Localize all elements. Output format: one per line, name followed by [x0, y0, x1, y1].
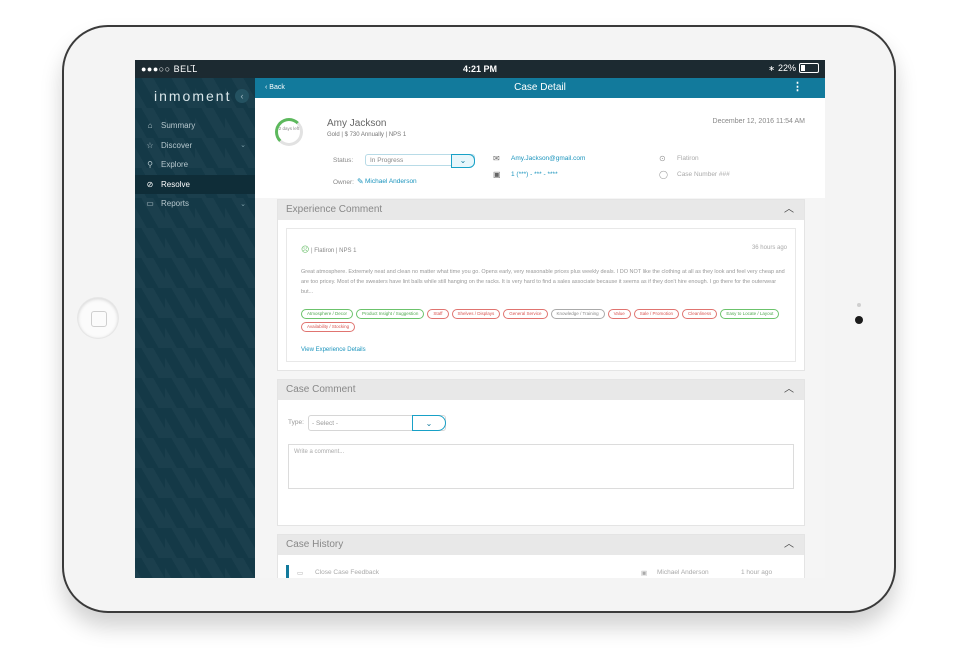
experience-meta: ☹ | Flatiron | NPS 1: [301, 245, 356, 254]
experience-card: ☹ | Flatiron | NPS 1 36 hours ago Great …: [286, 228, 796, 362]
sidebar-item-label: Summary: [161, 121, 196, 131]
type-select[interactable]: - Select - ⌄: [308, 415, 446, 431]
main-content: 2 days left Amy Jackson Gold | $ 730 Ann…: [255, 98, 825, 578]
battery-percent: 22%: [777, 63, 796, 73]
battery-status: ∗ 22%: [768, 63, 819, 73]
chevron-down-icon: ⌄: [240, 200, 246, 208]
case-date: December 12, 2016 11:54 AM: [712, 118, 805, 125]
view-experience-details-link[interactable]: View Experience Details: [301, 347, 366, 353]
sidebar-item-label: Explore: [161, 160, 189, 170]
check-circle-icon: ⊘: [146, 179, 154, 189]
chevron-up-icon[interactable]: ︿: [784, 200, 794, 220]
screen: ●●●○○ BELL ⌔ 4:21 PM ∗ 22% inmoment ‹ ⌂ S…: [135, 60, 825, 578]
experience-text: Great atmosphere. Extremely neat and cle…: [301, 269, 785, 295]
chevron-down-icon: ⌄: [240, 142, 246, 150]
chevron-up-icon[interactable]: ︿: [784, 535, 794, 555]
chevron-left-icon[interactable]: ‹: [235, 89, 249, 103]
experience-age: 36 hours ago: [751, 245, 787, 251]
chevron-up-icon[interactable]: ︿: [784, 380, 794, 400]
case-history-title: Case History: [286, 539, 344, 550]
owner-label: Owner:: [333, 179, 354, 186]
sensor: [857, 303, 861, 307]
case-comment-title: Case Comment: [286, 384, 356, 395]
status-bar: ●●●○○ BELL ⌔ 4:21 PM ∗ 22%: [135, 60, 825, 78]
topic-tag[interactable]: Atmosphere / Decor: [301, 309, 354, 319]
customer-phone[interactable]: 1 (***) - *** - ****: [511, 171, 558, 178]
customer-name: Amy Jackson: [327, 118, 387, 129]
case-number-icon: ◯: [659, 170, 668, 179]
star-icon: ☆: [146, 140, 154, 150]
camera: [855, 316, 863, 324]
sidebar-nav: ⌂ Summary ☆ Discover ⌄ ⚲ Explore ⊘ Resolve ▭ Repor…: [135, 116, 255, 214]
owner-value[interactable]: Michael Anderson: [365, 178, 417, 185]
comment-placeholder: Write a comment...: [294, 449, 345, 455]
history-row[interactable]: ▭ Close Case Feedback ▣ Michael Anderson…: [286, 565, 797, 578]
case-comment-header[interactable]: Case Comment ︿: [278, 380, 804, 400]
sidebar-item-reports[interactable]: ▭ Reports ⌄: [135, 194, 255, 214]
frown-icon: ☹: [301, 245, 310, 254]
comment-textarea[interactable]: Write a comment...: [288, 444, 794, 489]
customer-info: Gold | $ 730 Annually | NPS 1: [327, 132, 407, 138]
tag-list: Atmosphere / Decor Product Insight / Sugg…: [301, 309, 791, 332]
more-vertical-icon[interactable]: ⋮: [792, 80, 803, 93]
status-select[interactable]: In Progress ⌄: [365, 154, 475, 168]
topic-tag[interactable]: Value: [607, 309, 631, 319]
folder-icon: ▭: [146, 199, 154, 209]
customer-email[interactable]: Amy.Jackson@gmail.com: [511, 155, 585, 162]
sidebar-item-summary[interactable]: ⌂ Summary: [135, 116, 255, 136]
case-history-panel: Case History ︿ ▭ Close Case Feedback ▣ M…: [277, 534, 805, 578]
page-title: Case Detail: [514, 82, 566, 93]
phone-icon: ▣: [493, 170, 501, 179]
user-icon: ▣: [641, 570, 648, 577]
sidebar-item-discover[interactable]: ☆ Discover ⌄: [135, 136, 255, 156]
sidebar-item-label: Resolve: [161, 179, 190, 189]
topic-tag[interactable]: Cleanliness: [682, 309, 718, 319]
topic-tag[interactable]: Product Insight / Suggestion: [356, 309, 425, 319]
bluetooth-icon: ∗: [768, 63, 775, 73]
location-text: Flatiron: [677, 155, 699, 162]
experience-comment-header[interactable]: Experience Comment ︿: [278, 200, 804, 220]
history-user: Michael Anderson: [657, 569, 709, 576]
topic-tag[interactable]: Knowledge / Training: [550, 309, 605, 319]
flashlight-icon: ⚲: [147, 160, 153, 170]
status-value: In Progress: [370, 157, 404, 164]
history-icon: ▭: [297, 570, 304, 577]
history-time: 1 hour ago: [741, 569, 773, 576]
days-left-text: 2 days left: [278, 126, 300, 131]
sidebar-item-label: Reports: [161, 199, 190, 209]
type-value: - Select -: [312, 420, 339, 427]
case-header: 2 days left Amy Jackson Gold | $ 730 Ann…: [255, 98, 825, 198]
brand-logo: inmoment: [154, 88, 232, 104]
sidebar: inmoment ‹ ⌂ Summary ☆ Discover ⌄ ⚲ Explore ⊘ Re…: [135, 78, 255, 578]
home-icon: ⌂: [147, 121, 153, 131]
topic-tag[interactable]: Staff: [427, 309, 449, 319]
experience-comment-panel: Experience Comment ︿ ☹ | Flatiron | NPS …: [277, 199, 805, 371]
home-button[interactable]: [78, 298, 118, 338]
status-label: Status:: [333, 157, 354, 164]
topic-tag[interactable]: Sale / Promotion: [633, 309, 680, 319]
chevron-down-icon[interactable]: ⌄: [412, 415, 446, 431]
case-comment-panel: Case Comment ︿ Type: - Select - ⌄ Write …: [277, 379, 805, 526]
experience-comment-title: Experience Comment: [286, 204, 383, 215]
sidebar-item-resolve[interactable]: ⊘ Resolve: [135, 174, 255, 194]
chevron-down-icon[interactable]: ⌄: [451, 154, 475, 168]
topic-tag[interactable]: General Service: [503, 309, 548, 319]
sidebar-item-label: Discover: [161, 140, 193, 150]
topic-tag[interactable]: Availability / Stocking: [301, 322, 356, 332]
history-event: Close Case Feedback: [315, 569, 379, 576]
case-number: Case Number ###: [677, 171, 730, 178]
location-icon: ⊙: [659, 154, 666, 163]
sidebar-item-explore[interactable]: ⚲ Explore: [135, 155, 255, 175]
type-label: Type:: [288, 419, 304, 426]
experience-meta-text: | Flatiron | NPS 1: [311, 248, 357, 254]
case-history-header[interactable]: Case History ︿: [278, 535, 804, 555]
days-left-indicator: 2 days left: [275, 118, 303, 146]
envelope-icon: ✉: [493, 154, 500, 163]
topic-tag[interactable]: Shelves / Displays: [451, 309, 501, 319]
edit-icon[interactable]: ✎: [357, 177, 364, 186]
topic-tag[interactable]: Easy to Locate / Layout: [720, 309, 780, 319]
battery-icon: [799, 63, 819, 73]
clock: 4:21 PM: [462, 64, 497, 74]
top-bar: ‹ Back Case Detail ⋮: [255, 78, 825, 98]
